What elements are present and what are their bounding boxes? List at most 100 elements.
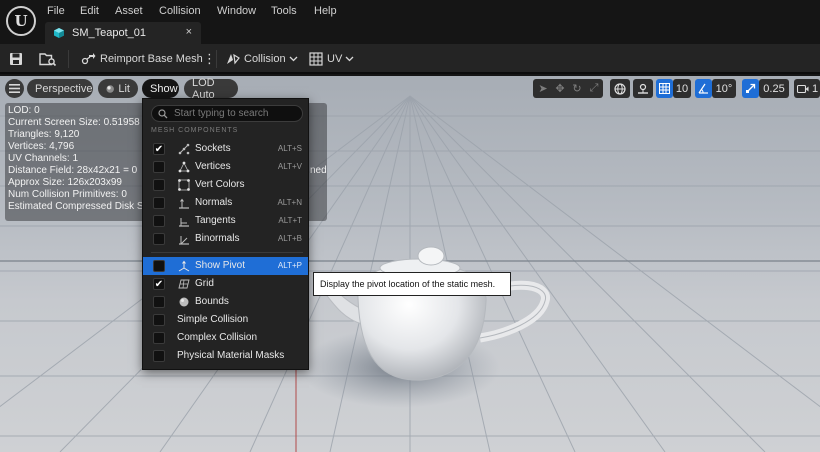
grid-snap-toggle[interactable]: [656, 79, 673, 98]
simple-collision-checkbox[interactable]: [153, 314, 165, 326]
lod-auto-button[interactable]: LOD Auto: [184, 77, 238, 101]
toolbar-separator: [216, 50, 217, 68]
sockets-label: Sockets: [195, 143, 231, 154]
stat-approx-size: Approx Size: 126x203x99: [8, 177, 122, 188]
select-mode-icon[interactable]: ➤: [536, 79, 550, 98]
stat-collision-primitives: Num Collision Primitives: 0: [8, 189, 127, 200]
reimport-base-mesh-button[interactable]: Reimport Base Mesh: [80, 44, 203, 74]
menu-item-grid[interactable]: ✔ Grid: [143, 275, 308, 293]
menu-item-binormals[interactable]: Binormals ALT+B: [143, 230, 308, 248]
menu-file[interactable]: File: [47, 5, 65, 17]
bounds-icon: [179, 297, 189, 307]
toolbar-separator: [68, 50, 69, 68]
simple-collision-label: Simple Collision: [177, 314, 249, 325]
rotate-icon[interactable]: ↻: [570, 79, 584, 98]
stat-lod: LOD: 0: [8, 105, 40, 116]
show-pivot-tooltip: Display the pivot location of the static…: [313, 272, 511, 296]
menu-collision[interactable]: Collision: [159, 5, 201, 17]
menu-edit[interactable]: Edit: [80, 5, 99, 17]
show-button[interactable]: Show: [142, 79, 179, 98]
surface-snap-icon[interactable]: [633, 79, 653, 98]
world-space-icon[interactable]: [610, 79, 630, 98]
scale-icon[interactable]: ⤢: [587, 79, 601, 98]
toolbar: Reimport Base Mesh ⋮ Collision UV: [0, 44, 820, 74]
show-pivot-checkbox[interactable]: [153, 260, 165, 272]
menu-asset[interactable]: Asset: [115, 5, 143, 17]
vertices-label: Vertices: [195, 161, 231, 172]
save-button[interactable]: [9, 44, 23, 74]
globe-icon: [614, 82, 626, 95]
browse-asset-button[interactable]: [39, 44, 57, 74]
reimport-label: Reimport Base Mesh: [100, 53, 203, 65]
search-placeholder: Start typing to search: [174, 108, 269, 119]
lit-sphere-icon: [106, 84, 114, 93]
grid-checkbox[interactable]: ✔: [153, 278, 165, 290]
physical-material-masks-label: Physical Material Masks: [177, 350, 285, 361]
static-mesh-icon: [54, 28, 64, 38]
uv-dropdown[interactable]: UV: [309, 44, 354, 74]
angle-snap-value[interactable]: 10°: [712, 79, 736, 98]
lit-label: Lit: [118, 82, 130, 95]
menu-window[interactable]: Window: [217, 5, 256, 17]
tangents-label: Tangents: [195, 215, 236, 226]
snap-surface-icon: [638, 83, 648, 94]
section-mesh-components: MESH COMPONENTS: [151, 127, 239, 134]
show-dropdown-menu: Start typing to search MESH COMPONENTS ✔…: [142, 98, 309, 370]
scale-snap-toggle[interactable]: [742, 79, 759, 98]
perspective-button[interactable]: Perspective: [27, 79, 93, 98]
binormals-checkbox[interactable]: [153, 233, 165, 245]
angle-snap-toggle[interactable]: [695, 79, 712, 98]
show-search-input[interactable]: Start typing to search: [151, 105, 303, 122]
menu-item-normals[interactable]: Normals ALT+N: [143, 194, 308, 212]
angle-snap-icon: [698, 83, 708, 94]
menu-help[interactable]: Help: [314, 5, 337, 17]
menu-item-bounds[interactable]: Bounds: [143, 293, 308, 311]
reimport-icon: [81, 53, 96, 65]
tangents-checkbox[interactable]: [153, 215, 165, 227]
grid-snap-value[interactable]: 10: [673, 79, 691, 98]
stat-triangles: Triangles: 9,120: [8, 129, 80, 140]
tangents-icon: [179, 218, 189, 227]
unreal-logo-icon[interactable]: U: [6, 6, 36, 36]
menu-item-tangents[interactable]: Tangents ALT+T: [143, 212, 308, 230]
pivot-icon: [178, 260, 190, 272]
normals-checkbox[interactable]: [153, 197, 165, 209]
menu-item-vertices[interactable]: Vertices ALT+V: [143, 158, 308, 176]
scale-snap-value[interactable]: 0.25: [759, 79, 789, 98]
vert-colors-icon: [178, 179, 190, 191]
stat-uv-channels: UV Channels: 1: [8, 153, 79, 164]
menu-item-simple-collision[interactable]: Simple Collision: [143, 311, 308, 329]
lit-button[interactable]: Lit: [98, 79, 138, 98]
tangents-shortcut: ALT+T: [278, 216, 302, 225]
more-options-icon[interactable]: ⋮: [203, 44, 216, 74]
sockets-checkbox[interactable]: ✔: [153, 143, 165, 155]
chevron-down-icon: [289, 56, 298, 62]
menu-bar: U File Edit Asset Collision Window Tools…: [0, 0, 820, 44]
menu-item-vert-colors[interactable]: Vert Colors: [143, 176, 308, 194]
menu-item-complex-collision[interactable]: Complex Collision: [143, 329, 308, 347]
complex-collision-checkbox[interactable]: [153, 332, 165, 344]
asset-tab[interactable]: SM_Teapot_01 ×: [45, 22, 201, 44]
mesh-viewport[interactable]: Perspective Lit Show LOD Auto ➤ ✥ ↻ ⤢ 10…: [0, 76, 820, 452]
translate-icon[interactable]: ✥: [553, 79, 567, 98]
menu-item-sockets[interactable]: ✔ Sockets ALT+S: [143, 140, 308, 158]
collision-dropdown[interactable]: Collision: [225, 44, 298, 74]
normals-shortcut: ALT+N: [277, 198, 302, 207]
binormals-shortcut: ALT+B: [277, 234, 302, 243]
physical-material-masks-checkbox[interactable]: [153, 350, 165, 362]
vert-colors-checkbox[interactable]: [153, 179, 165, 191]
bounds-checkbox[interactable]: [153, 296, 165, 308]
socket-icon: [178, 143, 190, 155]
close-tab-icon[interactable]: ×: [186, 26, 192, 38]
menu-tools[interactable]: Tools: [271, 5, 297, 17]
viewport-menu-button[interactable]: [5, 79, 24, 98]
collision-icon: [227, 53, 240, 65]
menu-item-show-pivot[interactable]: Show Pivot ALT+P: [143, 257, 308, 275]
vertices-checkbox[interactable]: [153, 161, 165, 173]
camera-speed-button[interactable]: 1: [794, 79, 820, 98]
normals-icon: [179, 198, 189, 209]
menu-item-physical-material-masks[interactable]: Physical Material Masks: [143, 347, 308, 365]
show-pivot-shortcut: ALT+P: [277, 261, 302, 270]
camera-icon: [797, 84, 809, 93]
chevron-down-icon: [345, 56, 354, 62]
